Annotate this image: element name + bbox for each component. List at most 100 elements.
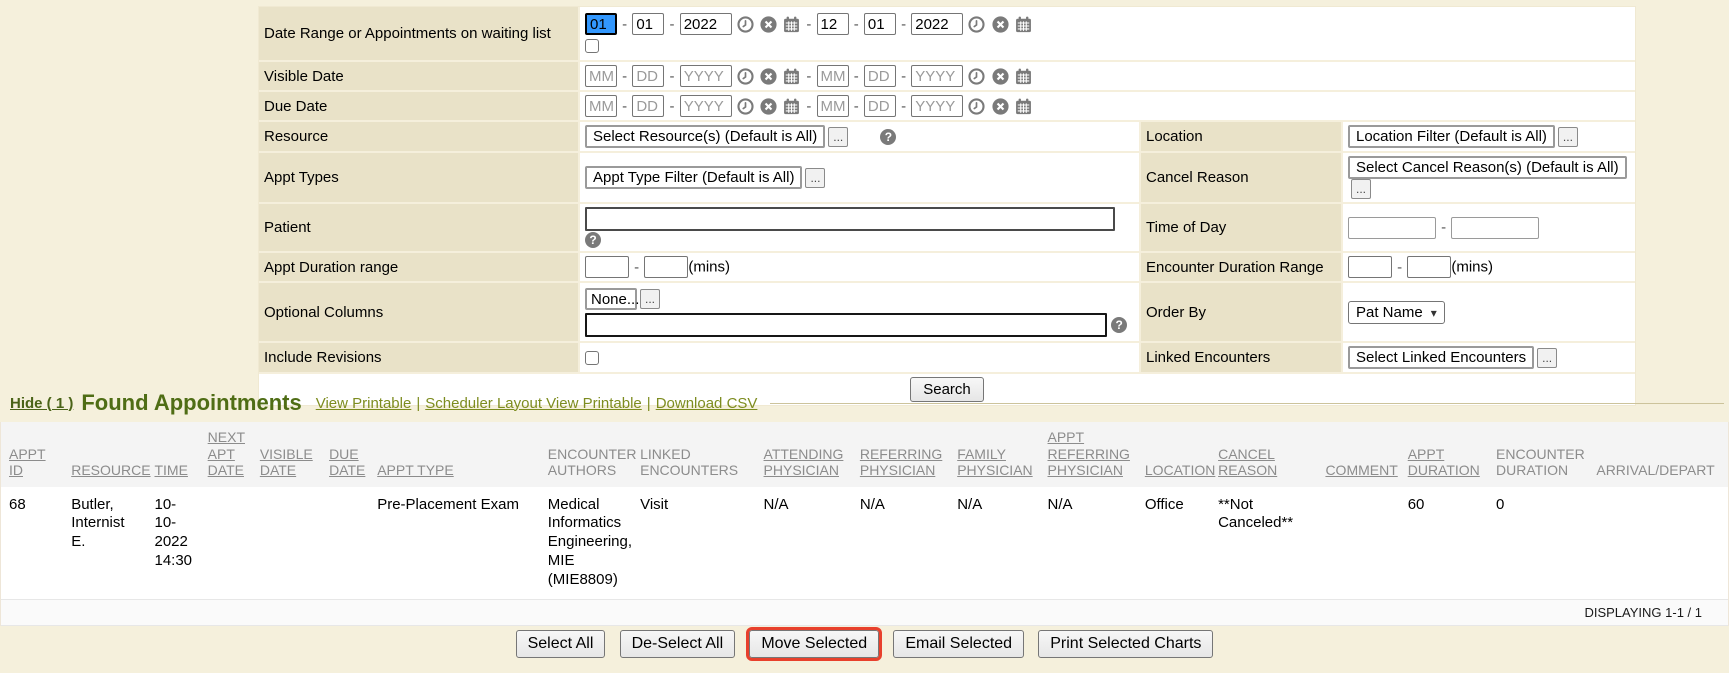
optional-columns-ellipsis-button[interactable]: ...: [640, 289, 660, 309]
resource-filter-button[interactable]: Select Resource(s) (Default is All): [585, 125, 825, 148]
location-ellipsis-button[interactable]: ...: [1558, 127, 1578, 147]
date-range-end-day-input[interactable]: [864, 13, 896, 35]
encounter-duration-min-input[interactable]: [1348, 256, 1392, 278]
due-date-end-month-input[interactable]: [817, 95, 849, 117]
clear-date-icon[interactable]: [992, 16, 1009, 33]
calendar-icon[interactable]: [783, 68, 800, 85]
encounter-duration-max-input[interactable]: [1407, 256, 1451, 278]
date-range-start-year-input[interactable]: [680, 13, 732, 35]
calendar-icon[interactable]: [783, 98, 800, 115]
optional-columns-label: Optional Columns: [259, 282, 579, 342]
table-row[interactable]: 68 Butler, Internist E. 10-10-2022 14:30…: [1, 487, 1728, 599]
range-separator: -: [1441, 219, 1446, 236]
cell-cancel-reason: **Not Canceled**: [1210, 487, 1317, 599]
download-csv-link[interactable]: Download CSV: [656, 395, 758, 412]
date-range-end-year-input[interactable]: [911, 13, 963, 35]
visible-date-end-month-input[interactable]: [817, 65, 849, 87]
due-date-end-year-input[interactable]: [911, 95, 963, 117]
time-of-day-end-input[interactable]: [1451, 217, 1539, 239]
appt-type-filter-button[interactable]: Appt Type Filter (Default is All): [585, 166, 802, 189]
visible-date-start-month-input[interactable]: [585, 65, 617, 87]
time-picker-icon[interactable]: [968, 16, 985, 33]
order-by-select[interactable]: Pat Name▾: [1348, 301, 1445, 324]
deselect-all-button[interactable]: De-Select All: [620, 630, 736, 658]
column-header-location[interactable]: LOCATION: [1145, 462, 1216, 478]
patient-time-row: Patient ? Time of Day -: [259, 203, 1635, 252]
column-header-next-apt-date[interactable]: NEXT APT DATE: [208, 429, 245, 478]
cancel-reason-ellipsis-button[interactable]: ...: [1351, 179, 1371, 199]
location-filter-button[interactable]: Location Filter (Default is All): [1348, 125, 1555, 148]
resource-help-icon[interactable]: ?: [880, 129, 896, 145]
date-separator: -: [854, 16, 859, 33]
column-header-referring-physician[interactable]: REFERRING PHYSICIAN: [860, 446, 942, 479]
time-picker-icon[interactable]: [968, 68, 985, 85]
order-by-value: Pat Name: [1356, 304, 1423, 321]
linked-encounters-filter-text: Select Linked Encounters: [1356, 349, 1526, 366]
time-picker-icon[interactable]: [968, 98, 985, 115]
clear-date-icon[interactable]: [760, 68, 777, 85]
column-header-appt-duration[interactable]: APPT DURATION: [1408, 446, 1480, 479]
print-selected-charts-button[interactable]: Print Selected Charts: [1038, 630, 1213, 658]
email-selected-button[interactable]: Email Selected: [893, 630, 1024, 658]
visible-date-start-year-input[interactable]: [680, 65, 732, 87]
column-header-appt-id[interactable]: APPT ID: [9, 446, 46, 479]
patient-input[interactable]: [585, 207, 1115, 231]
clear-date-icon[interactable]: [992, 68, 1009, 85]
column-header-appt-referring-physician[interactable]: APPT REFERRING PHYSICIAN: [1048, 429, 1130, 478]
calendar-icon[interactable]: [1015, 68, 1032, 85]
clear-date-icon[interactable]: [760, 98, 777, 115]
column-header-appt-type[interactable]: APPT TYPE: [377, 462, 454, 478]
include-revisions-row: Include Revisions Linked Encounters Sele…: [259, 342, 1635, 373]
time-picker-icon[interactable]: [737, 68, 754, 85]
due-date-start-month-input[interactable]: [585, 95, 617, 117]
time-picker-icon[interactable]: [737, 98, 754, 115]
column-header-resource[interactable]: RESOURCE: [71, 462, 150, 478]
appt-duration-max-input[interactable]: [644, 256, 688, 278]
cell-referring-physician: N/A: [852, 487, 949, 599]
date-range-start-month-input[interactable]: [585, 13, 617, 35]
due-date-end-day-input[interactable]: [864, 95, 896, 117]
waiting-list-checkbox[interactable]: [585, 39, 599, 53]
column-header-cancel-reason[interactable]: CANCEL REASON: [1218, 446, 1277, 479]
date-range-end-month-input[interactable]: [817, 13, 849, 35]
appt-type-ellipsis-button[interactable]: ...: [805, 168, 825, 188]
hide-results-link[interactable]: Hide ( 1 ): [10, 395, 73, 412]
include-revisions-checkbox[interactable]: [585, 351, 599, 365]
patient-help-icon[interactable]: ?: [585, 232, 601, 248]
date-range-start-day-input[interactable]: [632, 13, 664, 35]
optional-columns-help-icon[interactable]: ?: [1111, 317, 1127, 333]
resource-ellipsis-button[interactable]: ...: [828, 127, 848, 147]
column-header-visible-date[interactable]: VISIBLE DATE: [260, 446, 313, 479]
column-header-encounter-authors: ENCOUNTER AUTHORS: [548, 446, 637, 479]
optional-columns-value[interactable]: None...: [585, 288, 637, 310]
cancel-reason-filter-button[interactable]: Select Cancel Reason(s) (Default is All): [1348, 156, 1627, 179]
clear-date-icon[interactable]: [760, 16, 777, 33]
column-header-attending-physician[interactable]: ATTENDING PHYSICIAN: [764, 446, 844, 479]
visible-date-start-day-input[interactable]: [632, 65, 664, 87]
move-selected-button[interactable]: Move Selected: [749, 630, 879, 658]
calendar-icon[interactable]: [1015, 16, 1032, 33]
due-date-start-day-input[interactable]: [632, 95, 664, 117]
calendar-icon[interactable]: [783, 16, 800, 33]
column-header-due-date[interactable]: DUE DATE: [329, 446, 365, 479]
linked-encounters-ellipsis-button[interactable]: ...: [1537, 348, 1557, 368]
displaying-status: DISPLAYING 1-1 / 1: [1, 599, 1728, 626]
due-date-start-year-input[interactable]: [680, 95, 732, 117]
clear-date-icon[interactable]: [992, 98, 1009, 115]
column-header-comment[interactable]: COMMENT: [1325, 462, 1397, 478]
select-all-button[interactable]: Select All: [516, 630, 606, 658]
view-printable-link[interactable]: View Printable: [316, 395, 412, 412]
date-separator: -: [901, 68, 906, 85]
column-header-family-physician[interactable]: FAMILY PHYSICIAN: [957, 446, 1032, 479]
scheduler-layout-printable-link[interactable]: Scheduler Layout View Printable: [425, 395, 642, 412]
time-picker-icon[interactable]: [737, 16, 754, 33]
visible-date-end-day-input[interactable]: [864, 65, 896, 87]
optional-columns-input[interactable]: [585, 313, 1107, 337]
column-header-time[interactable]: TIME: [154, 462, 187, 478]
appt-duration-min-input[interactable]: [585, 256, 629, 278]
due-date-row: Due Date - - - - -: [259, 91, 1635, 121]
time-of-day-start-input[interactable]: [1348, 217, 1436, 239]
visible-date-end-year-input[interactable]: [911, 65, 963, 87]
calendar-icon[interactable]: [1015, 98, 1032, 115]
linked-encounters-filter-button[interactable]: Select Linked Encounters: [1348, 346, 1534, 369]
